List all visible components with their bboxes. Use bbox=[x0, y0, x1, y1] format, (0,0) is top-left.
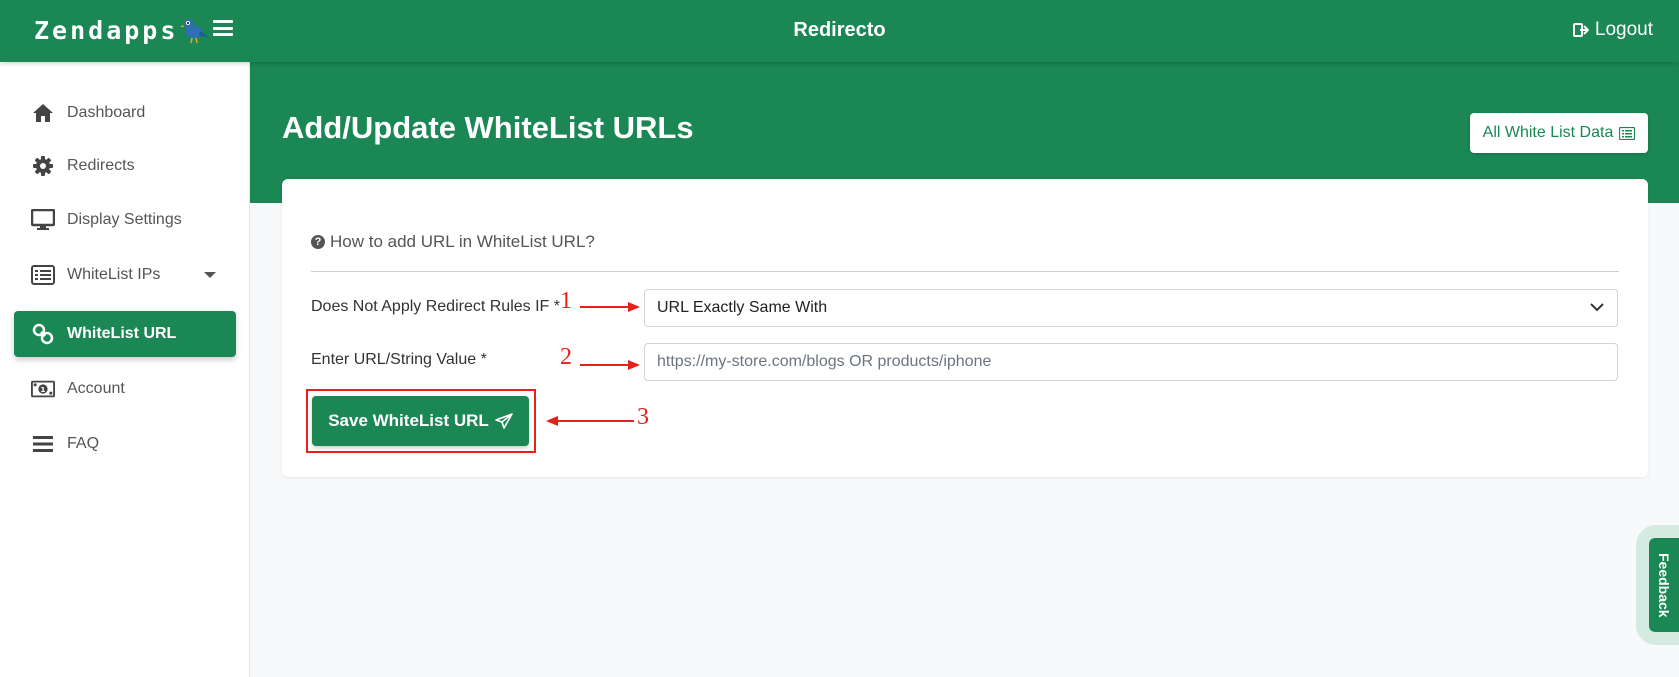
paper-plane-icon bbox=[494, 413, 513, 429]
sidebar-item-display-settings[interactable]: Display Settings bbox=[14, 197, 236, 243]
annotation-marker-3: 3 bbox=[637, 404, 649, 430]
save-whitelist-url-button[interactable]: Save WhiteList URL bbox=[312, 396, 529, 446]
all-white-list-data-label: All White List Data bbox=[1482, 124, 1614, 141]
url-value-input[interactable] bbox=[644, 343, 1618, 381]
logout-button[interactable]: Logout bbox=[1572, 19, 1653, 41]
all-white-list-data-button[interactable]: All White List Data bbox=[1470, 113, 1648, 153]
sidebar-item-label: Display Settings bbox=[67, 211, 182, 228]
howto-text: How to add URL in WhiteList URL? bbox=[330, 232, 595, 251]
sidebar-item-whitelist-url[interactable]: WhiteList URL bbox=[14, 311, 236, 357]
url-value-label: Enter URL/String Value * bbox=[311, 351, 487, 368]
sidebar-item-label: Account bbox=[67, 380, 125, 397]
question-circle-icon: ? bbox=[311, 235, 325, 249]
top-navbar: Zendapps Redirecto Logout bbox=[0, 0, 1679, 62]
logout-icon bbox=[1572, 23, 1589, 37]
menu-toggle-icon[interactable] bbox=[213, 20, 233, 40]
divider bbox=[311, 271, 1619, 272]
sidebar-item-label: WhiteList URL bbox=[67, 325, 177, 342]
link-icon bbox=[31, 322, 55, 346]
annotation-marker-1: 1 bbox=[560, 288, 572, 314]
feedback-tab[interactable]: Feedback bbox=[1649, 538, 1679, 632]
rule-condition-selected-value: URL Exactly Same With bbox=[657, 299, 828, 316]
rule-condition-select[interactable]: URL Exactly Same With bbox=[644, 289, 1618, 327]
list-icon bbox=[31, 263, 55, 287]
annotation-marker-2: 2 bbox=[560, 344, 572, 370]
bird-icon bbox=[180, 19, 210, 44]
howto-link[interactable]: ? How to add URL in WhiteList URL? bbox=[311, 232, 595, 252]
sidebar-item-redirects[interactable]: Redirects bbox=[14, 143, 236, 189]
app-title: Redirecto bbox=[793, 19, 886, 41]
home-icon bbox=[31, 101, 55, 125]
sidebar-item-label: WhiteList IPs bbox=[67, 266, 161, 283]
sidebar-item-faq[interactable]: FAQ bbox=[14, 421, 236, 467]
sidebar-item-label: Redirects bbox=[67, 157, 135, 174]
caret-down-icon bbox=[204, 272, 216, 278]
monitor-icon bbox=[31, 208, 55, 232]
sidebar-item-label: Dashboard bbox=[67, 104, 146, 121]
logo-text: Zendapps bbox=[34, 15, 179, 45]
sidebar: Dashboard Redirects Display Settings Whi… bbox=[0, 62, 250, 677]
feedback-label: Feedback bbox=[1656, 552, 1672, 618]
gear-icon bbox=[31, 154, 55, 178]
sidebar-item-dashboard[interactable]: Dashboard bbox=[14, 90, 236, 136]
save-button-label: Save WhiteList URL bbox=[328, 411, 489, 430]
bars-icon bbox=[31, 432, 55, 456]
sidebar-item-whitelist-ips[interactable]: WhiteList IPs bbox=[14, 252, 236, 298]
logout-label: Logout bbox=[1594, 19, 1653, 40]
zendapps-logo[interactable]: Zendapps bbox=[34, 15, 210, 45]
rule-condition-label: Does Not Apply Redirect Rules IF * bbox=[311, 298, 560, 315]
sidebar-item-account[interactable]: 1 Account bbox=[14, 366, 236, 412]
money-icon: 1 bbox=[31, 377, 55, 401]
chevron-down-icon bbox=[1590, 303, 1604, 312]
sidebar-item-label: FAQ bbox=[67, 435, 100, 452]
table-list-icon bbox=[1619, 126, 1636, 140]
svg-text:1: 1 bbox=[40, 385, 45, 394]
page-title: Add/Update WhiteList URLs bbox=[282, 110, 694, 145]
